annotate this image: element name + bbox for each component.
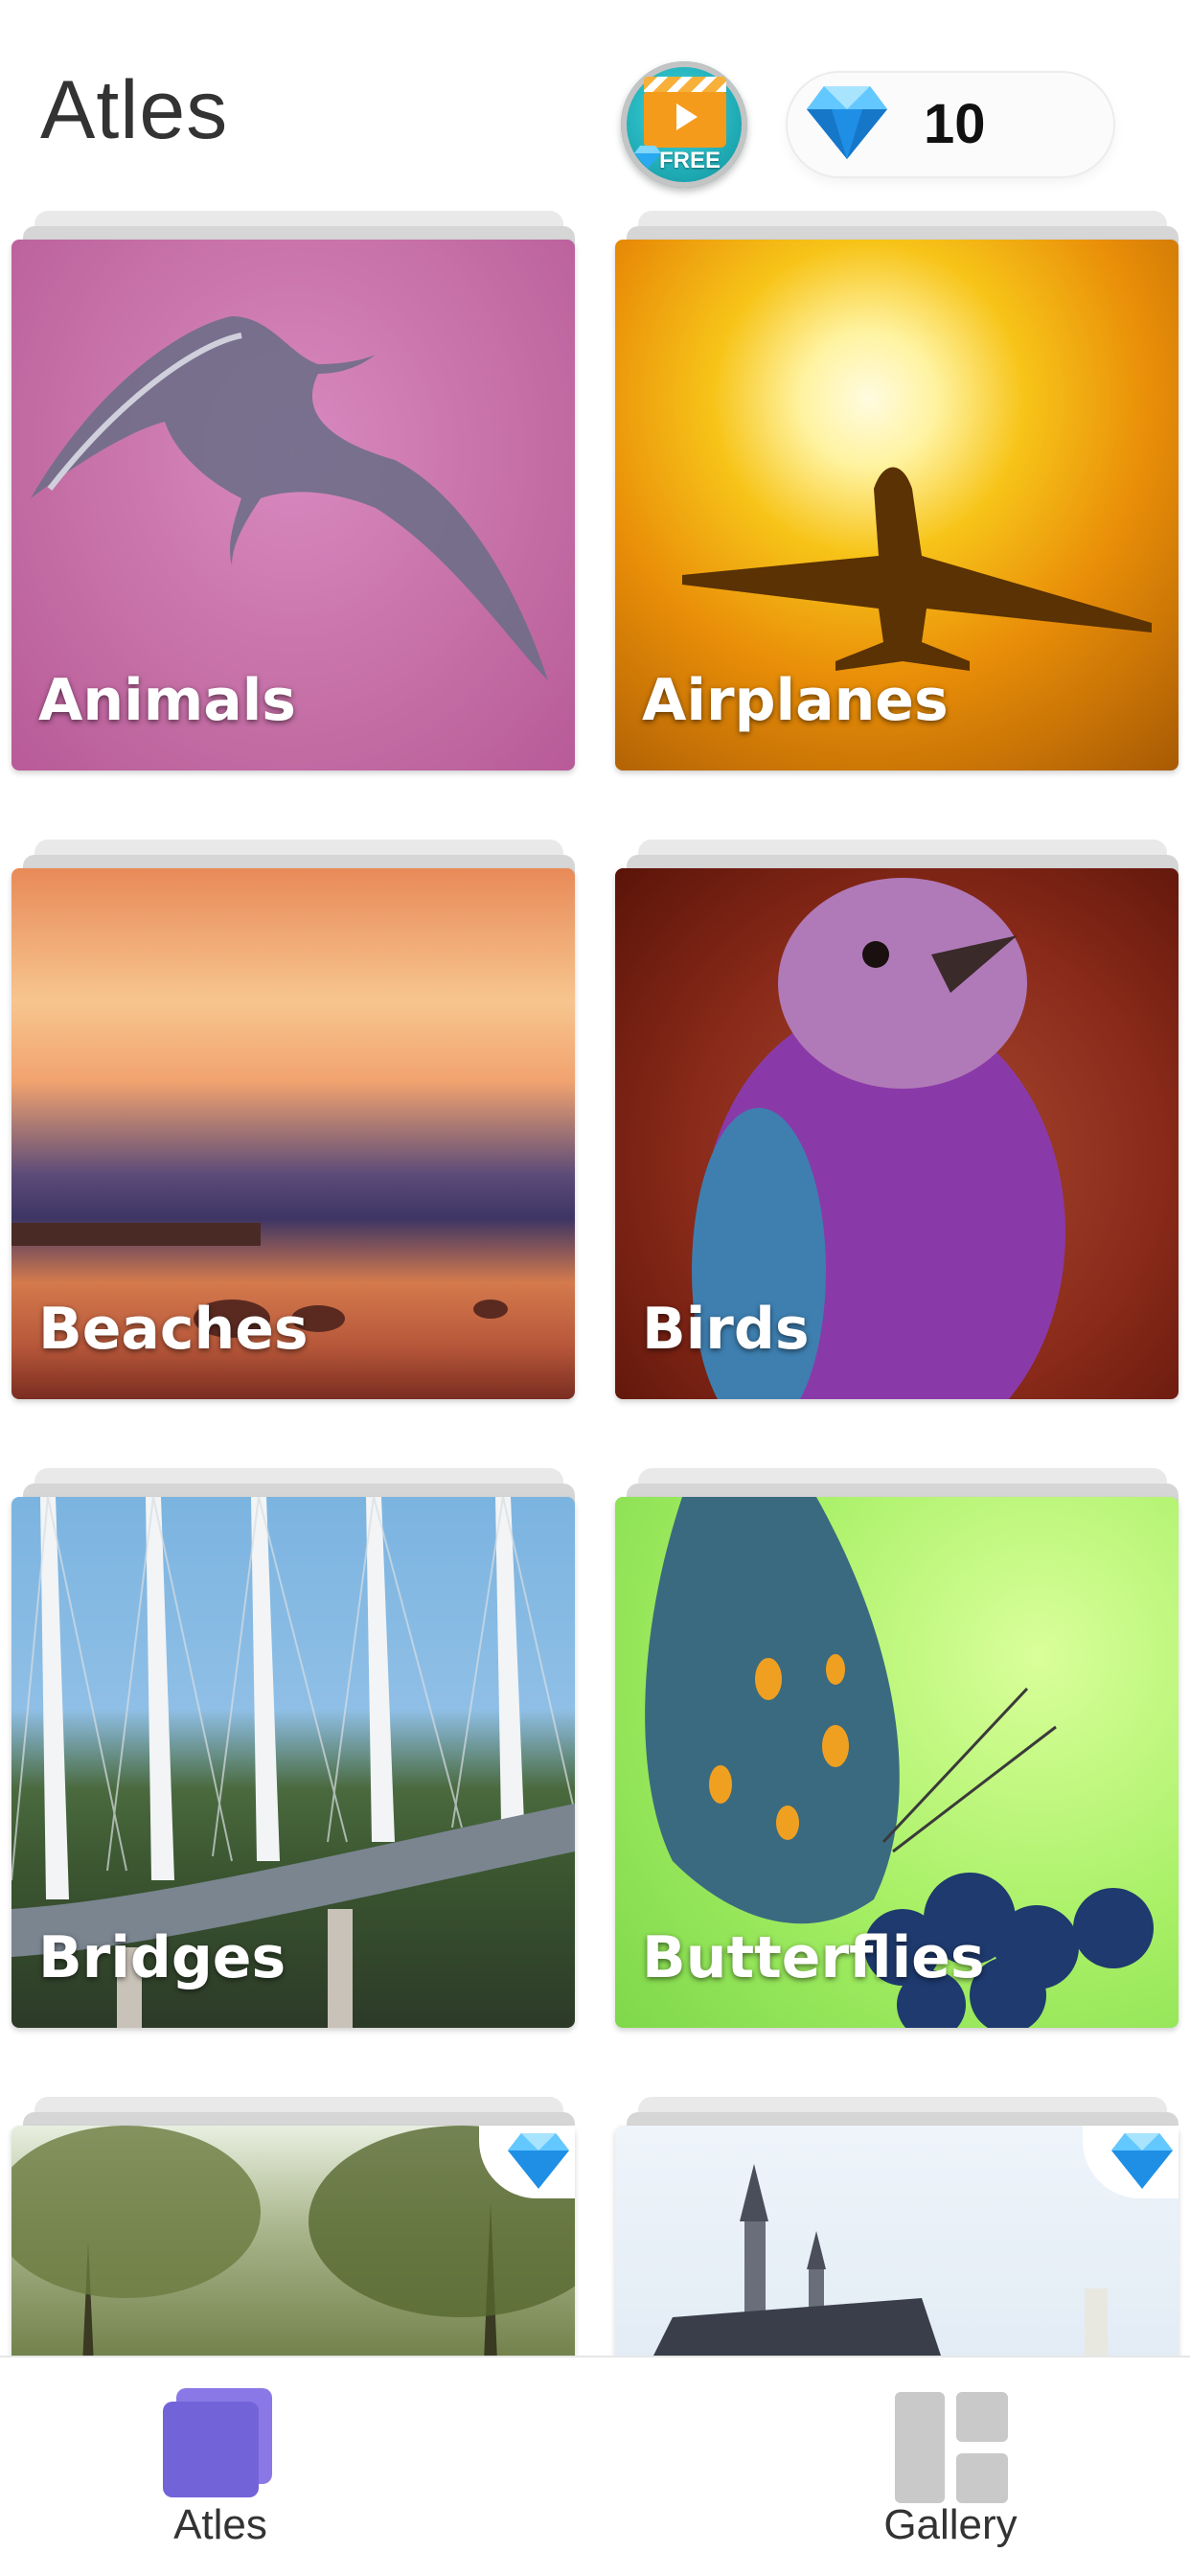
category-image: Bridges	[11, 1497, 575, 2028]
page-title: Atles	[40, 64, 229, 156]
category-image: Airplanes	[615, 240, 1179, 770]
category-label: Animals	[38, 667, 297, 734]
gem-count: 10	[924, 93, 986, 155]
category-label: Bridges	[38, 1924, 286, 1991]
gem-balance[interactable]: 10	[788, 73, 1113, 176]
category-label: Airplanes	[642, 667, 949, 734]
nav-label-atles: Atles	[173, 2501, 267, 2548]
bottom-nav: Atles Gallery	[0, 2356, 1190, 2576]
nav-label-gallery: Gallery	[883, 2501, 1018, 2548]
nav-item-gallery[interactable]: Gallery	[807, 2358, 1094, 2576]
category-card-birds[interactable]: Birds	[615, 840, 1179, 1399]
app-screen: Atles FREE 10 Animals Airplanes Beaches …	[0, 0, 1190, 2576]
category-label: Beaches	[38, 1296, 309, 1363]
category-image: Animals	[11, 240, 575, 770]
category-label: Butterflies	[642, 1924, 985, 1991]
category-label: Birds	[642, 1296, 810, 1363]
free-video-button[interactable]: FREE	[621, 61, 747, 188]
clapperboard-icon	[644, 77, 726, 148]
gallery-grid-icon	[895, 2392, 1008, 2503]
play-icon	[676, 104, 698, 130]
category-card-airplanes[interactable]: Airplanes	[615, 211, 1179, 770]
header: Atles FREE 10	[0, 0, 1190, 220]
gem-icon	[508, 2133, 569, 2189]
category-card-beaches[interactable]: Beaches	[11, 840, 575, 1399]
nav-item-atles[interactable]: Atles	[77, 2358, 364, 2576]
free-label: FREE	[659, 148, 721, 173]
category-image: Butterflies	[615, 1497, 1179, 2028]
category-image: Beaches	[11, 868, 575, 1399]
gem-icon	[1111, 2133, 1173, 2189]
category-card-animals[interactable]: Animals	[11, 211, 575, 770]
gem-icon	[807, 86, 887, 159]
category-image: Birds	[615, 868, 1179, 1399]
category-card-butterflies[interactable]: Butterflies	[615, 1468, 1179, 2028]
category-card-bridges[interactable]: Bridges	[11, 1468, 575, 2028]
gem-icon	[634, 146, 661, 169]
stacked-squares-icon	[163, 2388, 278, 2503]
